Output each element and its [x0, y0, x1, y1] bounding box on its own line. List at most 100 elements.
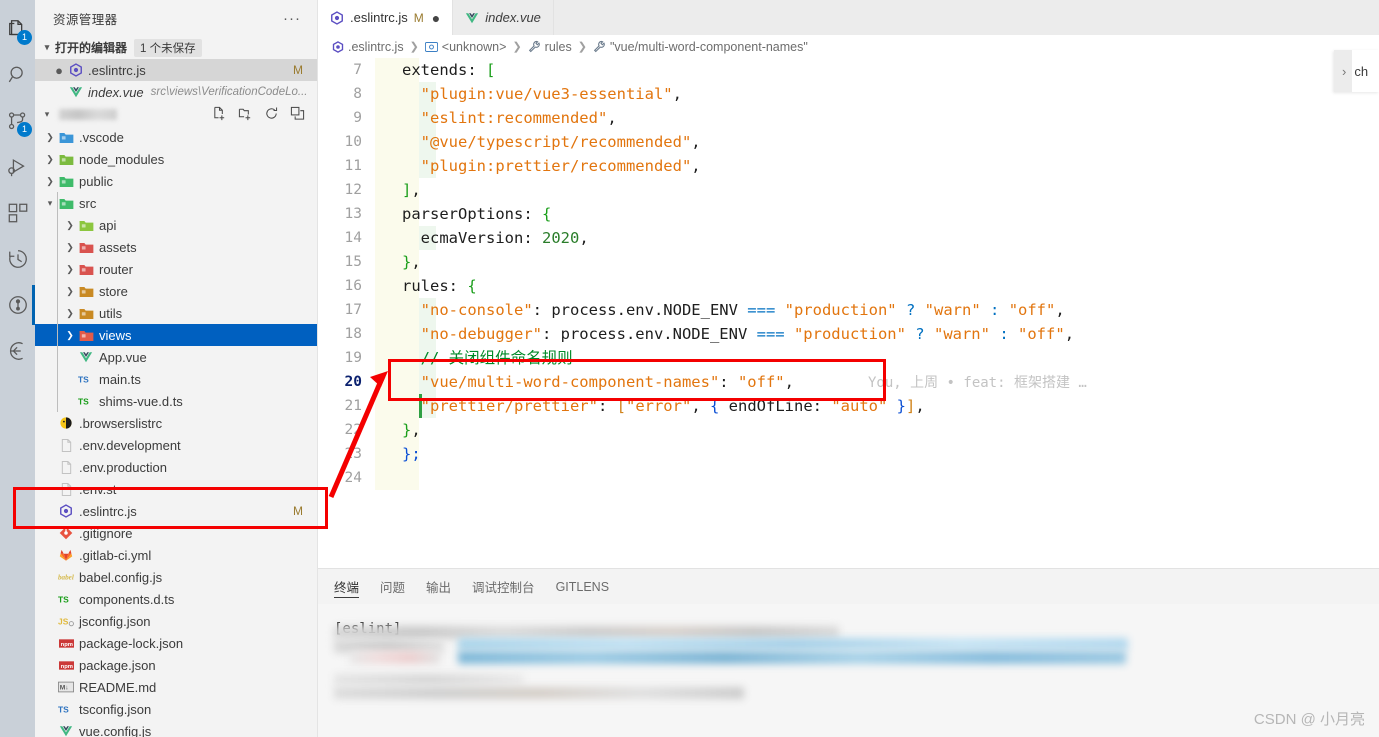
- code-token: {: [709, 397, 720, 415]
- panel-tab-2[interactable]: 输出: [426, 569, 451, 604]
- tree-item-jsconfig-json[interactable]: JS jsconfig.json: [35, 610, 317, 632]
- activitybar-explorer[interactable]: 1: [0, 6, 35, 52]
- tree-item-vue-config-js[interactable]: vue.config.js: [35, 720, 317, 737]
- tree-item-router[interactable]: ❯ router: [35, 258, 317, 280]
- tree-item-readme-md[interactable]: M↓ README.md: [35, 676, 317, 698]
- panel-tab-4[interactable]: GITLENS: [556, 569, 610, 604]
- activitybar-timeline[interactable]: [0, 236, 35, 282]
- tree-item-main-ts[interactable]: TS main.ts: [35, 368, 317, 390]
- tree-item-api[interactable]: ❯ api: [35, 214, 317, 236]
- code-token: ===: [747, 301, 776, 319]
- open-editor-item-eslintrc[interactable]: ● .eslintrc.js M: [35, 59, 317, 81]
- tree-item-tsconfig-json[interactable]: TS tsconfig.json: [35, 698, 317, 720]
- code-token: "auto": [831, 397, 888, 415]
- breadcrumb-item[interactable]: "vue/multi-word-component-names": [593, 40, 808, 54]
- tree-item-package-lock-json[interactable]: npm package-lock.json: [35, 632, 317, 654]
- open-editor-label: index.vue: [88, 84, 144, 100]
- tree-item-store[interactable]: ❯ store: [35, 280, 317, 302]
- activitybar-search[interactable]: [0, 52, 35, 98]
- refresh-icon[interactable]: [264, 106, 279, 124]
- redacted-output-3: [458, 638, 1128, 650]
- code-line: 20 "vue/multi-word-component-names": "of…: [318, 370, 1379, 394]
- tree-item-eslintrc-js[interactable]: .eslintrc.js M: [35, 500, 317, 522]
- new-folder-icon[interactable]: [238, 106, 253, 124]
- editor-tab-index-vue[interactable]: index.vue: [453, 0, 554, 35]
- code-text: "vue/multi-word-component-names": "off",…: [375, 370, 1379, 395]
- tree-item-views[interactable]: ❯ views: [35, 324, 317, 346]
- right-docked-panel[interactable]: › ch: [1334, 50, 1379, 92]
- line-number: 21: [344, 398, 362, 414]
- breadcrumb: .eslintrc.js ❯ <unknown> ❯ rules ❯ "vue/multi-…: [318, 35, 1379, 58]
- tree-item-shims-vue-d-ts[interactable]: TS shims-vue.d.ts: [35, 390, 317, 412]
- code-line: 16 rules: {: [318, 274, 1379, 298]
- tree-item-label: package.json: [79, 657, 156, 673]
- code-editor[interactable]: 7 extends: [8 "plugin:vue/vue3-essential"…: [318, 58, 1379, 568]
- tree-item-label: utils: [99, 305, 123, 321]
- code-line: 15},: [318, 250, 1379, 274]
- tree-item-browserslistrc[interactable]: .browserslistrc: [35, 412, 317, 434]
- tree-item-vscode[interactable]: ❯ .vscode: [35, 126, 317, 148]
- chevron-right-icon[interactable]: ›: [1334, 64, 1352, 79]
- activitybar-gitlens[interactable]: [0, 282, 35, 328]
- tree-item-env-st[interactable]: .env.st: [35, 478, 317, 500]
- tree-item-env-production[interactable]: .env.production: [35, 456, 317, 478]
- panel-tab-0[interactable]: 终端: [334, 569, 360, 604]
- code-token: ===: [756, 325, 785, 343]
- code-token: ]: [402, 181, 412, 199]
- file-tree[interactable]: ❯ .vscode ❯ node_modules ❯ public ▾ src ❯ api ❯ ass…: [35, 126, 317, 737]
- activitybar-run-debug[interactable]: [0, 144, 35, 190]
- code-line: 23};: [318, 442, 1379, 466]
- tree-item-assets[interactable]: ❯ assets: [35, 236, 317, 258]
- code-token: "production": [793, 325, 906, 343]
- activitybar-remote[interactable]: [0, 328, 35, 374]
- editor-tab-eslintrc-js[interactable]: .eslintrc.js M ●: [318, 0, 454, 35]
- tree-item-node-modules[interactable]: ❯ node_modules: [35, 148, 317, 170]
- tree-item-public[interactable]: ❯ public: [35, 170, 317, 192]
- tree-item-babel-config-js[interactable]: babel babel.config.js: [35, 566, 317, 588]
- panel-tab-3[interactable]: 调试控制台: [472, 569, 535, 604]
- code-text: parserOptions: {: [375, 202, 1379, 226]
- code-token: endOfLine: [719, 397, 813, 415]
- code-token: ,: [691, 157, 701, 175]
- new-file-icon[interactable]: [212, 106, 227, 124]
- breadcrumb-item[interactable]: <unknown>: [424, 40, 506, 54]
- workspace-name-redacted: [59, 109, 117, 120]
- tab-dirty-dot-icon[interactable]: ●: [432, 10, 440, 26]
- panel-tab-bar: 终端 问题 输出 调试控制台 GITLENS: [318, 569, 1379, 604]
- code-token: "no-console": [402, 301, 533, 319]
- open-editor-item-indexvue[interactable]: index.vue src\views\VerificationCodeLo..…: [35, 81, 317, 103]
- tree-item-gitlab-ci-yml[interactable]: .gitlab-ci.yml: [35, 544, 317, 566]
- tree-item-env-development[interactable]: .env.development: [35, 434, 317, 456]
- chevron-down-icon: ▾: [44, 109, 50, 119]
- tree-item-gitignore[interactable]: .gitignore: [35, 522, 317, 544]
- code-token: parserOptions: [402, 205, 524, 223]
- workspace-folder-header[interactable]: ▾: [35, 103, 317, 126]
- activitybar-extensions[interactable]: [0, 190, 35, 236]
- code-text: },: [375, 418, 1379, 442]
- tree-indent-guide: [57, 192, 58, 412]
- tree-item-src[interactable]: ▾ src: [35, 192, 317, 214]
- code-line: 13 parserOptions: {: [318, 202, 1379, 226]
- tree-item-label: assets: [99, 239, 137, 255]
- activitybar-source-control[interactable]: 1: [0, 98, 35, 144]
- tree-item-package-json[interactable]: npm package.json: [35, 654, 317, 676]
- tree-item-label: src: [79, 195, 97, 211]
- tree-item-utils[interactable]: ❯ utils: [35, 302, 317, 324]
- sidebar-more-actions-icon[interactable]: ···: [283, 10, 305, 27]
- collapse-all-icon[interactable]: [290, 106, 305, 124]
- code-token: }: [402, 421, 412, 439]
- line-number: 14: [344, 230, 362, 246]
- ts-def-icon: TS: [77, 394, 95, 408]
- breadcrumb-item[interactable]: .eslintrc.js: [332, 40, 404, 54]
- chevron-right-icon: ❯: [66, 285, 74, 296]
- panel-tab-1[interactable]: 问题: [380, 569, 405, 604]
- terminal-output[interactable]: [eslint]: [318, 604, 1379, 737]
- code-token: :: [990, 301, 1000, 319]
- line-number: 9: [353, 110, 362, 126]
- api-folder-icon: [77, 219, 95, 232]
- open-editors-header[interactable]: ▾ 打开的编辑器 1 个未保存: [35, 36, 317, 59]
- tree-item-components-d-ts[interactable]: TS components.d.ts: [35, 588, 317, 610]
- breadcrumb-item[interactable]: rules: [528, 40, 572, 54]
- tree-item-app-vue[interactable]: App.vue: [35, 346, 317, 368]
